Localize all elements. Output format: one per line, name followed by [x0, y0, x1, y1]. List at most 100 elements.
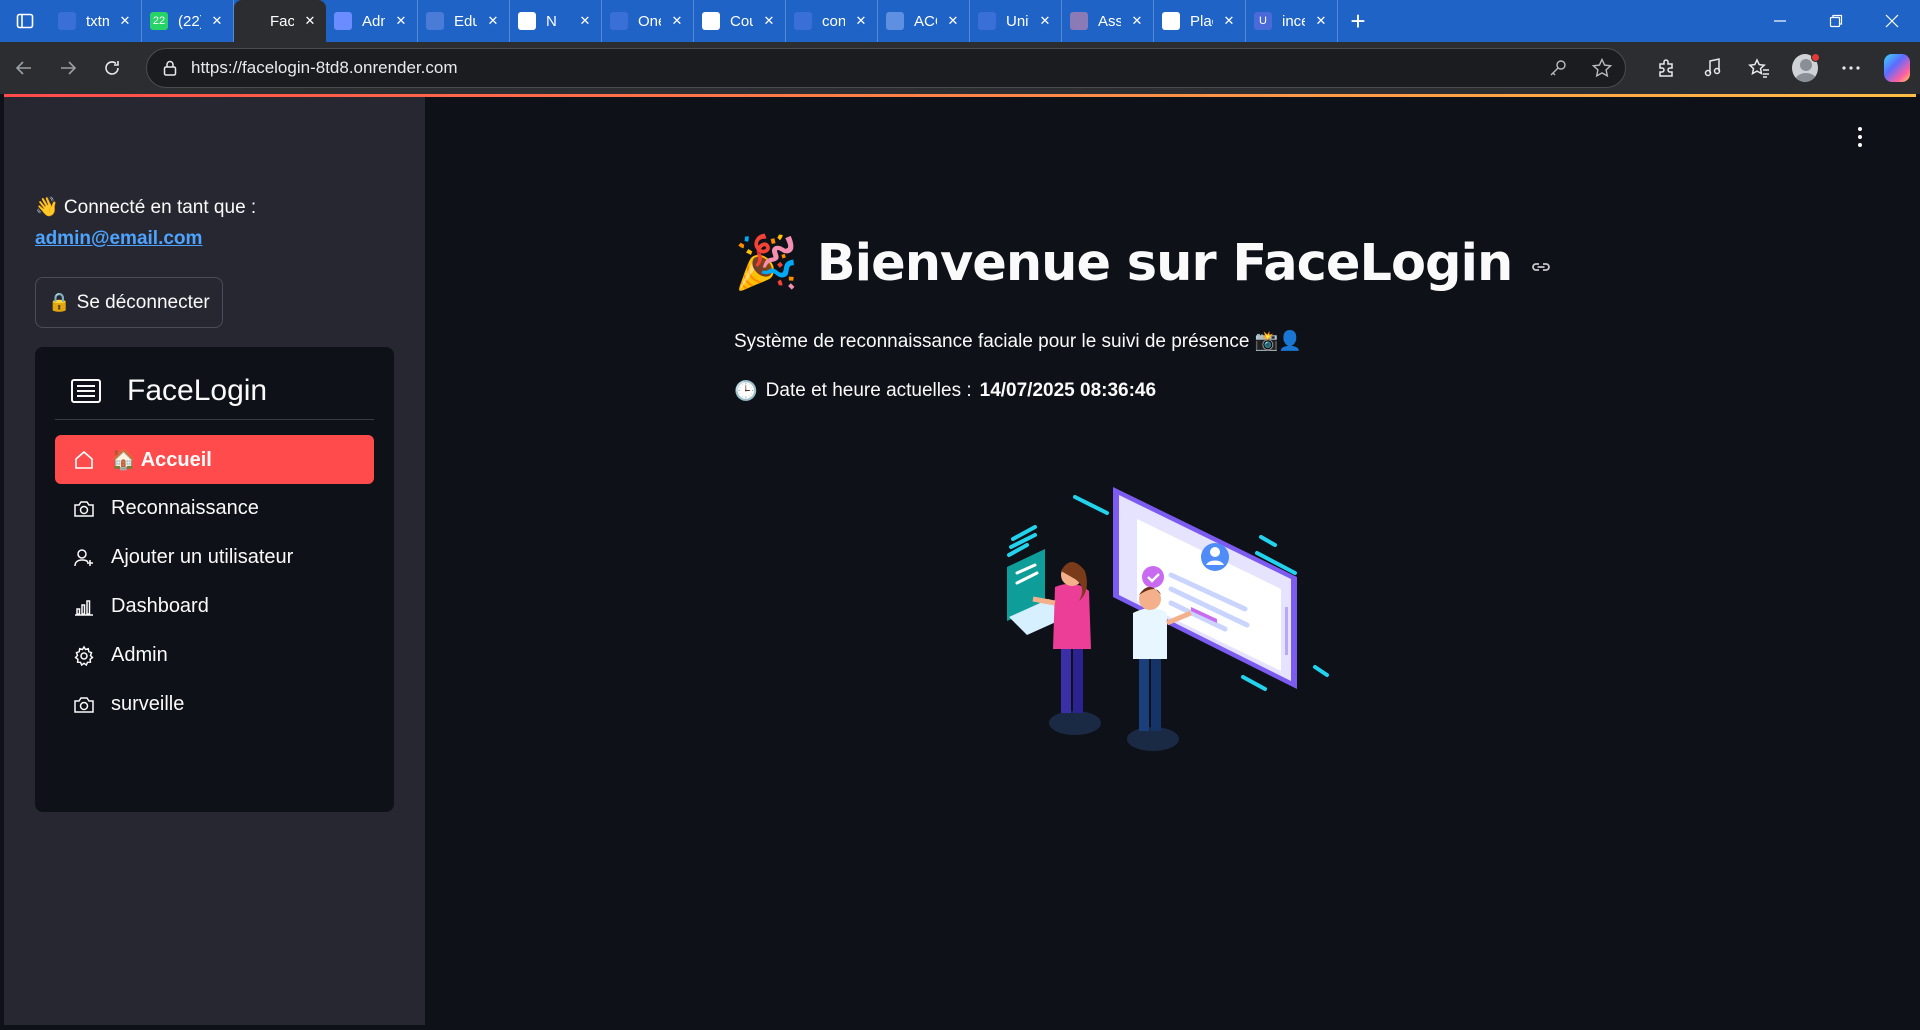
- tab-close-icon[interactable]: ✕: [669, 13, 685, 29]
- nav-item-reconnaissance[interactable]: Reconnaissance: [55, 484, 374, 533]
- menu-title: FaceLogin: [127, 374, 268, 407]
- tab-close-icon[interactable]: ✕: [1129, 13, 1145, 29]
- clock-icon: 🕒: [734, 381, 758, 402]
- tab-close-icon[interactable]: ✕: [761, 13, 777, 29]
- browser-tab[interactable]: txtmu ✕: [50, 0, 142, 42]
- tab-title: consc: [822, 12, 845, 30]
- page-title: 🎉 Bienvenue sur FaceLogin: [734, 233, 1552, 293]
- browser-tab[interactable]: Assist ✕: [1062, 0, 1154, 42]
- page-icon: [978, 12, 996, 30]
- nav-item-admin[interactable]: Admin: [55, 631, 374, 680]
- tab-title: Cours: [730, 12, 753, 30]
- datetime-label: Date et heure actuelles :: [765, 380, 972, 401]
- minimize-button[interactable]: [1752, 0, 1808, 42]
- u-icon: U: [1254, 12, 1272, 30]
- new-tab-button[interactable]: +: [1338, 0, 1378, 42]
- camera-icon: [74, 696, 94, 713]
- more-options-icon[interactable]: [1838, 55, 1864, 81]
- window-controls: [1752, 0, 1920, 42]
- nav-item-label: Dashboard: [111, 595, 209, 617]
- nav-item-label: 🏠 Accueil: [111, 449, 212, 471]
- browser-tab[interactable]: Educa ✕: [418, 0, 510, 42]
- tab-close-icon[interactable]: ✕: [1221, 13, 1237, 29]
- menu-divider: [55, 419, 374, 420]
- nav-item-label: Admin: [111, 644, 168, 666]
- browser-tab[interactable]: ACCU ✕: [878, 0, 970, 42]
- browser-tab[interactable]: 22 (22) V ✕: [142, 0, 234, 42]
- lock-icon: 🔒: [48, 292, 71, 312]
- current-datetime: 🕒 Date et heure actuelles : 14/07/2025 0…: [734, 379, 1156, 403]
- profile-avatar[interactable]: [1792, 53, 1820, 82]
- main-content: 🎉 Bienvenue sur FaceLogin Système de rec…: [425, 97, 1916, 1025]
- whatsapp-icon: 22: [150, 12, 168, 30]
- site-info-icon[interactable]: [161, 59, 179, 77]
- close-window-button[interactable]: [1864, 0, 1920, 42]
- camera-icon: [74, 500, 94, 517]
- assist-icon: [1070, 12, 1088, 30]
- logout-button[interactable]: 🔒 Se déconnecter: [35, 277, 223, 328]
- tab-close-icon[interactable]: ✕: [117, 13, 133, 29]
- browser-tab[interactable]: Uincep ✕: [1246, 0, 1338, 42]
- tab-close-icon[interactable]: ✕: [1313, 13, 1329, 29]
- key-icon[interactable]: [1547, 57, 1569, 79]
- tab-title: FaceL: [270, 12, 294, 30]
- tab-title: (22) V: [178, 12, 201, 30]
- tab-close-icon[interactable]: ✕: [577, 13, 593, 29]
- user-email-link[interactable]: admin@email.com: [35, 228, 202, 250]
- logged-in-label: 👋 Connecté en tant que :: [35, 197, 257, 218]
- datetime-value: 14/07/2025 08:36:46: [979, 380, 1157, 401]
- page-viewport: 👋 Connecté en tant que : admin@email.com…: [4, 97, 1916, 1025]
- nav-item-ajouter-utilisateur[interactable]: Ajouter un utilisateur: [55, 533, 374, 582]
- accu-icon: [886, 12, 904, 30]
- page-icon: [610, 12, 628, 30]
- tab-title: Unive: [1006, 12, 1029, 30]
- tab-title: Place: [1190, 12, 1213, 30]
- face-recognition-illustration: [1007, 487, 1329, 751]
- page-icon: [58, 12, 76, 30]
- browser-tabbar: txtmu✕22(22) V✕FaceL✕Admi✕Educa✕N✕One Y✕…: [0, 0, 1920, 42]
- doc-icon: [334, 12, 352, 30]
- person-add-icon: [74, 548, 93, 566]
- tab-close-icon[interactable]: ✕: [853, 13, 869, 29]
- browser-tab[interactable]: N ✕: [510, 0, 602, 42]
- browser-tab[interactable]: Admi ✕: [326, 0, 418, 42]
- browser-tab[interactable]: FaceL ✕: [234, 0, 326, 42]
- tab-close-icon[interactable]: ✕: [1037, 13, 1053, 29]
- tab-title: Educa: [454, 12, 477, 30]
- app-menu-kebab-icon[interactable]: [1850, 125, 1870, 149]
- tab-actions-icon[interactable]: [0, 0, 50, 42]
- address-bar[interactable]: https://facelogin-8td8.onrender.com: [146, 48, 1626, 88]
- browser-toolbar: https://facelogin-8td8.onrender.com: [0, 42, 1920, 94]
- edu-icon: [426, 12, 444, 30]
- tab-close-icon[interactable]: ✕: [945, 13, 961, 29]
- extensions-icon[interactable]: [1654, 55, 1680, 81]
- back-button[interactable]: [2, 46, 46, 90]
- nav-item-label: surveille: [111, 693, 185, 715]
- restore-button[interactable]: [1808, 0, 1864, 42]
- browser-tab[interactable]: Place ✕: [1154, 0, 1246, 42]
- tab-close-icon[interactable]: ✕: [209, 13, 225, 29]
- media-control-icon[interactable]: [1700, 55, 1726, 81]
- url-text[interactable]: https://facelogin-8td8.onrender.com: [191, 58, 458, 78]
- browser-tab[interactable]: One Y ✕: [602, 0, 694, 42]
- menu-header: FaceLogin: [69, 365, 267, 417]
- nav-item-accueil[interactable]: 🏠 Accueil: [55, 435, 374, 484]
- option-menu: FaceLogin 🏠 Accueil Reconnaissance Ajout…: [35, 347, 394, 812]
- tab-close-icon[interactable]: ✕: [302, 13, 318, 29]
- favorite-star-icon[interactable]: [1591, 57, 1613, 79]
- anchor-link-icon[interactable]: [1530, 256, 1552, 278]
- tab-title: ACCU: [914, 12, 937, 30]
- tab-close-icon[interactable]: ✕: [485, 13, 501, 29]
- forward-button[interactable]: [46, 46, 90, 90]
- favorites-icon[interactable]: [1746, 55, 1772, 81]
- tab-title: One Y: [638, 12, 661, 30]
- tab-close-icon[interactable]: ✕: [393, 13, 409, 29]
- crown-icon: [242, 12, 260, 30]
- nav-item-surveille[interactable]: surveille: [55, 680, 374, 729]
- nav-item-dashboard[interactable]: Dashboard: [55, 582, 374, 631]
- browser-tab[interactable]: Unive ✕: [970, 0, 1062, 42]
- refresh-button[interactable]: [90, 46, 134, 90]
- browser-tab[interactable]: Cours ✕: [694, 0, 786, 42]
- copilot-icon[interactable]: [1884, 54, 1910, 82]
- browser-tab[interactable]: consc ✕: [786, 0, 878, 42]
